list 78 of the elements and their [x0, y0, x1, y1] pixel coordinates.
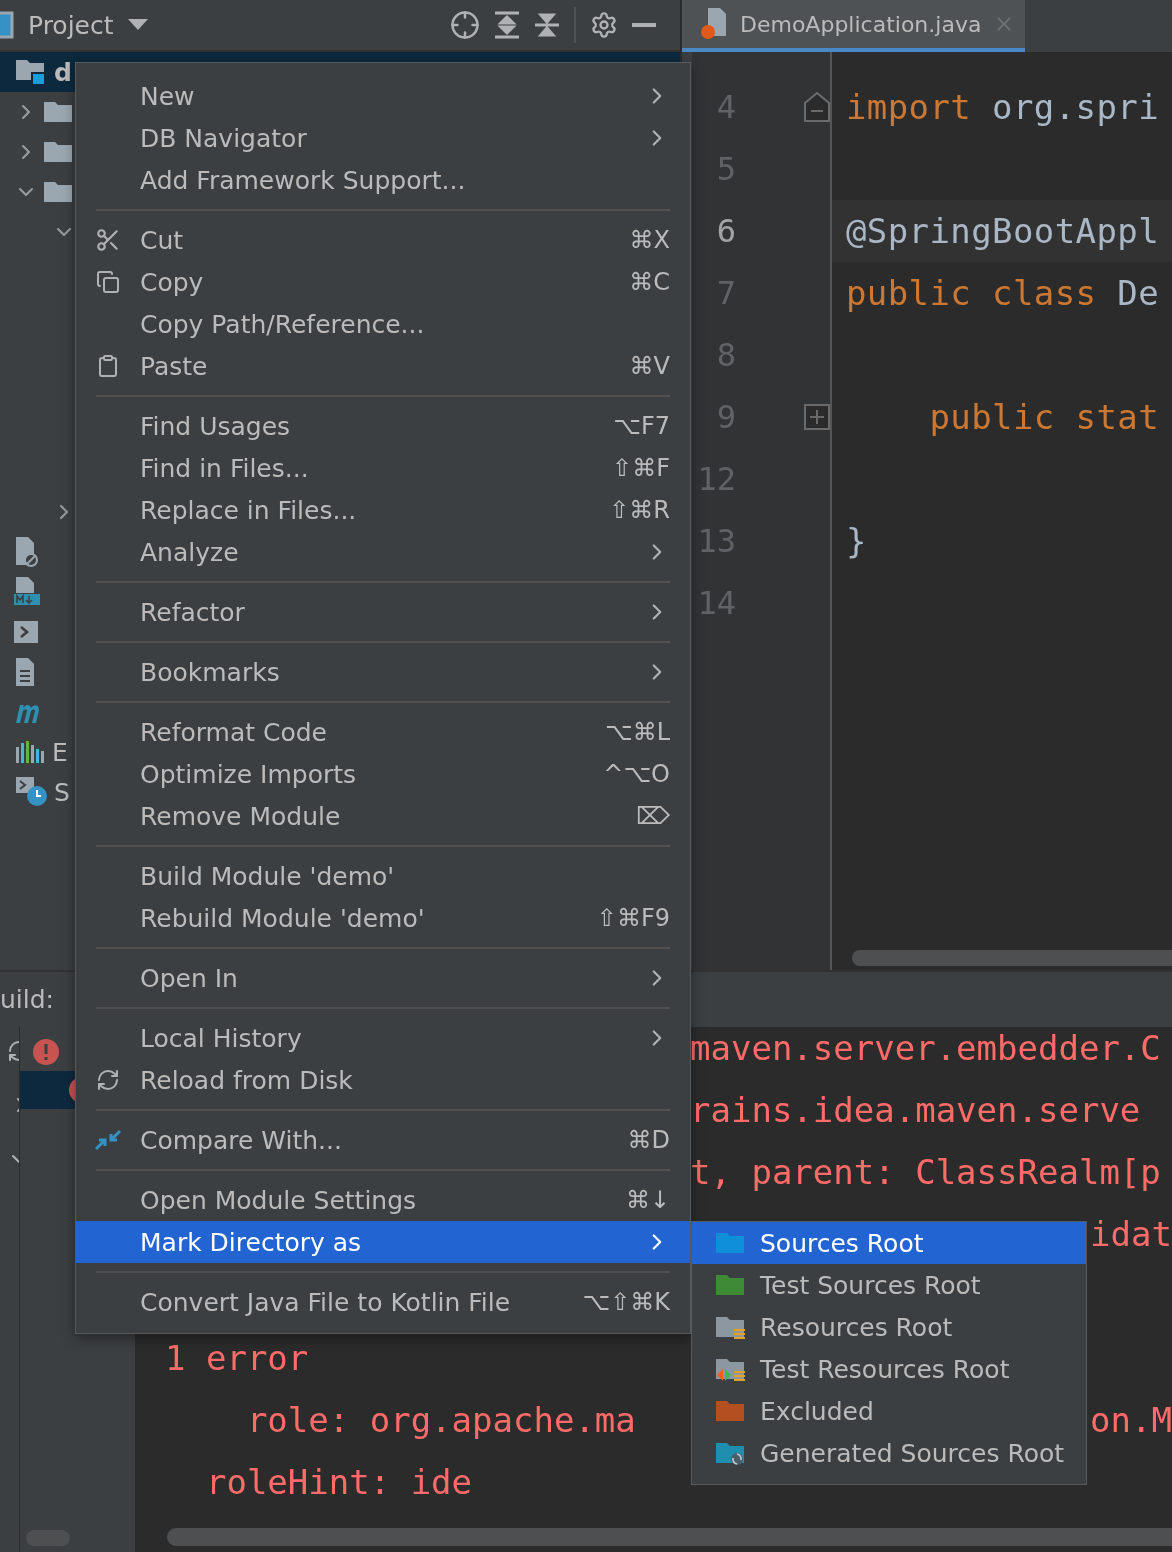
menu-item[interactable]: Resources Root — [692, 1306, 1086, 1348]
menu-item[interactable]: Paste ⌘V — [76, 345, 690, 387]
menu-item[interactable]: Convert Java File to Kotlin File ⌥⇧⌘K — [76, 1281, 690, 1323]
folder-icon — [44, 100, 74, 124]
code-line: @SpringBootAppl — [846, 211, 1160, 251]
tree-label: S — [54, 777, 70, 807]
menu-item[interactable]: Generated Sources Root — [692, 1432, 1086, 1474]
console-line: on.M — [1090, 1399, 1172, 1442]
menu-item[interactable]: Excluded — [692, 1390, 1086, 1432]
menu-item[interactable]: Local History — [76, 1017, 690, 1059]
menu-item[interactable]: Reformat Code ⌥⌘L — [76, 711, 690, 753]
panel-title: uild: — [0, 985, 55, 1014]
menu-item[interactable]: Build Module 'demo' — [76, 855, 690, 897]
horizontal-scrollbar[interactable] — [852, 950, 1172, 966]
fold-plus-icon[interactable] — [804, 404, 830, 430]
menu-item[interactable]: New — [76, 75, 690, 117]
code-line: } — [846, 521, 867, 561]
panel-title: Project — [28, 10, 114, 40]
reload-icon — [96, 1068, 120, 1092]
console-line: rains.idea.maven.serve — [690, 1089, 1141, 1132]
dropdown-caret-icon[interactable] — [127, 19, 148, 31]
menu-item[interactable]: Sources Root — [692, 1222, 1086, 1264]
console-line: idat — [1090, 1213, 1172, 1256]
text-file-icon — [14, 658, 36, 686]
folder-icon — [44, 140, 74, 164]
menu-item[interactable]: Optimize Imports ^⌥O — [76, 753, 690, 795]
horizontal-scrollbar[interactable] — [167, 1528, 1172, 1546]
line-number: 6 — [715, 212, 736, 250]
menu-item[interactable]: Open In — [76, 957, 690, 999]
panel-icon — [0, 11, 14, 39]
menu-item[interactable]: Mark Directory as — [76, 1221, 690, 1263]
menu-item[interactable]: Bookmarks — [76, 651, 690, 693]
console-line: t, parent: ClassRealm[p — [690, 1151, 1161, 1194]
fold-minus-icon[interactable] — [804, 92, 830, 122]
tab-label: DemoApplication.java — [740, 11, 982, 37]
terminal-file-icon — [14, 621, 38, 643]
menu-item[interactable]: Find in Files... ⇧⌘F — [76, 447, 690, 489]
menu-item[interactable]: Rebuild Module 'demo' ⇧⌘F9 — [76, 897, 690, 939]
folder-icon — [44, 180, 74, 204]
settings-icon[interactable] — [590, 11, 618, 39]
copy-icon — [96, 270, 120, 294]
menu-item[interactable]: Add Framework Support... — [76, 159, 690, 201]
menu-item[interactable]: Copy ⌘C — [76, 261, 690, 303]
menu-item[interactable]: Cut ⌘X — [76, 219, 690, 261]
ignored-file-icon — [14, 537, 38, 567]
tree-label: E — [52, 737, 68, 767]
scissors-icon — [95, 227, 121, 253]
menu-item[interactable]: Reload from Disk — [76, 1059, 690, 1101]
menu-item[interactable]: Remove Module ⌦ — [76, 795, 690, 837]
menu-item[interactable]: DB Navigator — [76, 117, 690, 159]
tree-label: d — [54, 57, 72, 87]
clipboard-icon — [96, 354, 120, 378]
java-file-icon — [700, 8, 728, 40]
menu-item[interactable]: Test Sources Root — [692, 1264, 1086, 1306]
menu-item[interactable]: Compare With... ⌘D — [76, 1119, 690, 1161]
scratch-clock-icon — [16, 777, 48, 807]
code-line: public stat — [928, 397, 1160, 437]
code-line: import org.spri — [846, 87, 1160, 127]
expand-all-icon[interactable] — [494, 11, 520, 39]
locate-icon[interactable] — [450, 10, 480, 40]
menu-item[interactable]: Test Resources Root — [692, 1348, 1086, 1390]
code-line: public class De — [846, 273, 1160, 313]
console-line: role: org.apache.ma — [245, 1399, 636, 1442]
compare-arrows-icon — [94, 1127, 122, 1153]
collapse-all-icon[interactable] — [534, 11, 560, 39]
markdown-file-icon — [14, 577, 40, 607]
menu-item[interactable]: Copy Path/Reference... — [76, 303, 690, 345]
menu-item[interactable]: Refactor — [76, 591, 690, 633]
menu-item[interactable]: Analyze — [76, 531, 690, 573]
console-line: maven.server.embedder.C — [690, 1027, 1161, 1070]
menu-item[interactable]: Find Usages ⌥F7 — [76, 405, 690, 447]
console-line: roleHint: ide — [204, 1461, 473, 1504]
bar-chart-icon — [16, 741, 46, 763]
menu-item[interactable]: Open Module Settings ⌘↓ — [76, 1179, 690, 1221]
menu-item[interactable]: Replace in Files... ⇧⌘R — [76, 489, 690, 531]
console-line: 1 error — [165, 1337, 309, 1380]
file-tab[interactable]: DemoApplication.java — [682, 0, 1026, 52]
error-icon — [32, 1038, 60, 1066]
